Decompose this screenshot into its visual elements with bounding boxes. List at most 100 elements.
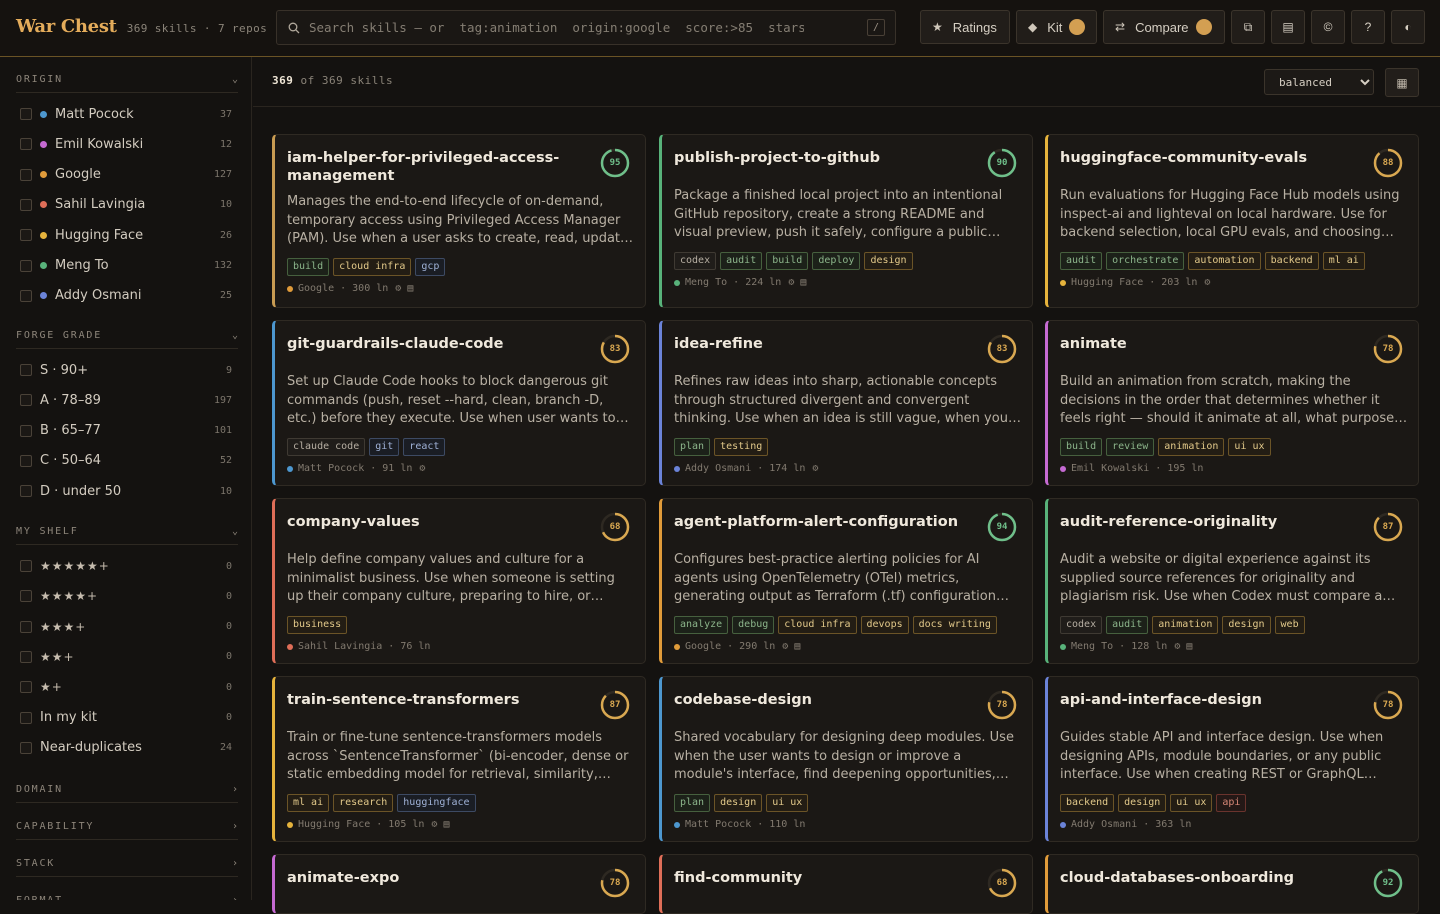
skill-title[interactable]: iam-helper-for-privileged-access-managem… <box>287 149 587 185</box>
skill-title[interactable]: audit-reference-originality <box>1060 513 1360 531</box>
filter-item[interactable]: ★★★+ 0 <box>20 616 232 638</box>
tag-chip[interactable]: design <box>864 252 913 270</box>
tag-chip[interactable]: cloud infra <box>333 258 412 276</box>
skill-card[interactable]: cloud-databases-onboarding 92 <box>1045 854 1419 914</box>
tag-chip[interactable]: audit <box>720 252 763 270</box>
tag-chip[interactable]: backend <box>1060 794 1115 812</box>
tag-chip[interactable]: ui ux <box>766 794 809 812</box>
filter-checkbox[interactable] <box>20 168 32 181</box>
view-toggle-button[interactable]: ▦ <box>1385 68 1419 97</box>
tag-chip[interactable]: codex <box>674 252 717 270</box>
filter-checkbox[interactable] <box>20 454 32 467</box>
tag-chip[interactable]: deploy <box>812 252 861 270</box>
tag-chip[interactable]: design <box>1222 616 1271 634</box>
tag-chip[interactable]: claude code <box>287 438 366 456</box>
grade-section-header[interactable]: FORGE GRADE ⌄ <box>16 323 238 349</box>
skill-card[interactable]: agent-platform-alert-configuration 94 Conf… <box>659 498 1033 664</box>
filter-checkbox[interactable] <box>20 424 32 437</box>
tag-chip[interactable]: ml ai <box>1322 252 1365 270</box>
tag-chip[interactable]: ml ai <box>287 794 330 812</box>
tag-chip[interactable]: plan <box>674 794 711 812</box>
filter-item[interactable]: ★★★★+ 0 <box>20 585 232 607</box>
copyright-button[interactable]: © <box>1311 10 1345 44</box>
filter-checkbox[interactable] <box>20 394 32 407</box>
tag-chip[interactable]: backend <box>1264 252 1319 270</box>
tag-chip[interactable]: build <box>766 252 809 270</box>
tag-chip[interactable]: testing <box>714 438 769 456</box>
search-box[interactable]: / <box>276 10 896 45</box>
tag-chip[interactable]: automation <box>1188 252 1261 270</box>
filter-checkbox[interactable] <box>20 108 32 120</box>
collapsed-section-header[interactable]: CAPABILITY › <box>16 814 238 840</box>
search-input[interactable] <box>309 20 804 35</box>
filter-item[interactable]: D · under 50 10 <box>20 480 232 502</box>
filter-item[interactable]: S · 90+ 9 <box>20 359 232 381</box>
tag-chip[interactable]: huggingface <box>397 794 476 812</box>
skill-card[interactable]: company-values 68 Help define company valu… <box>272 498 646 664</box>
kit-button[interactable]: ◆ Kit <box>1016 10 1097 44</box>
filter-item[interactable]: Google 127 <box>20 164 232 186</box>
collapsed-section-header[interactable]: FORMAT › <box>16 888 238 900</box>
filter-checkbox[interactable] <box>20 198 32 211</box>
tag-chip[interactable]: design <box>1118 794 1167 812</box>
skill-title[interactable]: huggingface-community-evals <box>1060 149 1360 167</box>
skill-title[interactable]: company-values <box>287 513 587 531</box>
filter-item[interactable]: Near-duplicates 24 <box>20 737 232 759</box>
filter-checkbox[interactable] <box>20 590 32 603</box>
skill-card[interactable]: find-community 68 <box>659 854 1033 914</box>
filter-item[interactable]: Matt Pocock 37 <box>20 103 232 125</box>
skill-title[interactable]: git-guardrails-claude-code <box>287 335 587 353</box>
list-button[interactable]: ▤ <box>1271 10 1305 44</box>
skill-card[interactable]: git-guardrails-claude-code 83 Set up Claud… <box>272 320 646 486</box>
filter-item[interactable]: Sahil Lavingia 10 <box>20 194 232 216</box>
skill-title[interactable]: animate <box>1060 335 1360 353</box>
tag-chip[interactable]: build <box>1060 438 1103 456</box>
skill-card[interactable]: iam-helper-for-privileged-access-managem… <box>272 134 646 308</box>
filter-item[interactable]: ★★★★★+ 0 <box>20 555 232 577</box>
skill-title[interactable]: codebase-design <box>674 691 974 709</box>
theme-toggle-button[interactable]: ◐ <box>1391 10 1425 44</box>
skill-card[interactable]: publish-project-to-github 90 Package a fin… <box>659 134 1033 308</box>
filter-item[interactable]: B · 65–77 101 <box>20 420 232 442</box>
tag-chip[interactable]: git <box>369 438 400 456</box>
filter-checkbox[interactable] <box>20 364 32 376</box>
tag-chip[interactable]: docs writing <box>912 616 997 634</box>
tag-chip[interactable]: animation <box>1158 438 1225 456</box>
skill-card[interactable]: codebase-design 78 Shared vocabulary for d… <box>659 676 1033 842</box>
tag-chip[interactable]: react <box>403 438 446 456</box>
filter-item[interactable]: A · 78–89 197 <box>20 389 232 411</box>
filter-checkbox[interactable] <box>20 229 32 242</box>
skill-title[interactable]: animate-expo <box>287 869 587 887</box>
tag-chip[interactable]: codex <box>1060 616 1103 634</box>
filter-checkbox[interactable] <box>20 485 32 498</box>
skill-title[interactable]: api-and-interface-design <box>1060 691 1360 709</box>
collapsed-section-header[interactable]: DOMAIN › <box>16 777 238 803</box>
filter-item[interactable]: In my kit 0 <box>20 707 232 729</box>
tag-chip[interactable]: orchestrate <box>1106 252 1185 270</box>
filter-item[interactable]: ★+ 0 <box>20 676 232 698</box>
tag-chip[interactable]: ui ux <box>1228 438 1271 456</box>
tag-chip[interactable]: ui ux <box>1170 794 1213 812</box>
filter-checkbox[interactable] <box>20 138 32 151</box>
filter-item[interactable]: C · 50–64 52 <box>20 450 232 472</box>
filter-item[interactable]: Hugging Face 26 <box>20 224 232 246</box>
help-button[interactable]: ? <box>1351 10 1385 44</box>
tag-chip[interactable]: audit <box>1106 616 1149 634</box>
tag-chip[interactable]: cloud infra <box>778 616 857 634</box>
filter-checkbox[interactable] <box>20 289 32 302</box>
filter-checkbox[interactable] <box>20 711 32 724</box>
collapsed-section-header[interactable]: STACK › <box>16 851 238 877</box>
tag-chip[interactable]: web <box>1274 616 1305 634</box>
compare-button[interactable]: ⇄ Compare <box>1103 10 1225 44</box>
skill-title[interactable]: idea-refine <box>674 335 974 353</box>
tag-chip[interactable]: analyze <box>674 616 729 634</box>
skill-card[interactable]: huggingface-community-evals 88 Run evaluat… <box>1045 134 1419 308</box>
tag-chip[interactable]: audit <box>1060 252 1103 270</box>
origin-section-header[interactable]: ORIGIN ⌄ <box>16 67 238 93</box>
skill-card[interactable]: animate-expo 78 <box>272 854 646 914</box>
filter-checkbox[interactable] <box>20 741 32 754</box>
tag-chip[interactable]: animation <box>1152 616 1219 634</box>
tag-chip[interactable]: design <box>714 794 763 812</box>
filter-checkbox[interactable] <box>20 650 32 663</box>
tag-chip[interactable]: debug <box>732 616 775 634</box>
